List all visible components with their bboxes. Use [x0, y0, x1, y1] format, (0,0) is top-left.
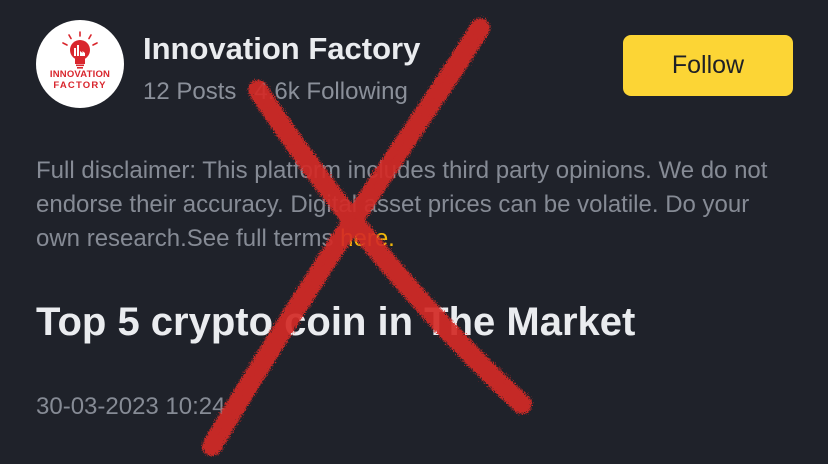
lightbulb-icon: [62, 31, 98, 69]
avatar[interactable]: INNOVATION FACTORY: [36, 20, 124, 108]
disclaimer-body: Full disclaimer: This platform includes …: [36, 157, 768, 252]
logo-text-line1: INNOVATION: [49, 69, 111, 80]
disclaimer-text: Full disclaimer: This platform includes …: [36, 154, 796, 256]
logo-text-line2: FACTORY: [53, 80, 107, 91]
post-header-card: INNOVATION FACTORY Innovation Factory 12…: [0, 0, 828, 464]
channel-name[interactable]: Innovation Factory: [143, 31, 420, 67]
posts-count: 12 Posts: [143, 78, 237, 105]
follow-button[interactable]: Follow: [623, 35, 793, 96]
following-count[interactable]: 4.6k Following: [254, 78, 407, 105]
post-timestamp: 30-03-2023 10:24: [36, 393, 226, 420]
channel-stats: 12 Posts 4.6k Following: [143, 78, 408, 106]
post-title[interactable]: Top 5 crypto coin in The Market: [36, 300, 635, 345]
terms-link[interactable]: here.: [340, 225, 395, 252]
